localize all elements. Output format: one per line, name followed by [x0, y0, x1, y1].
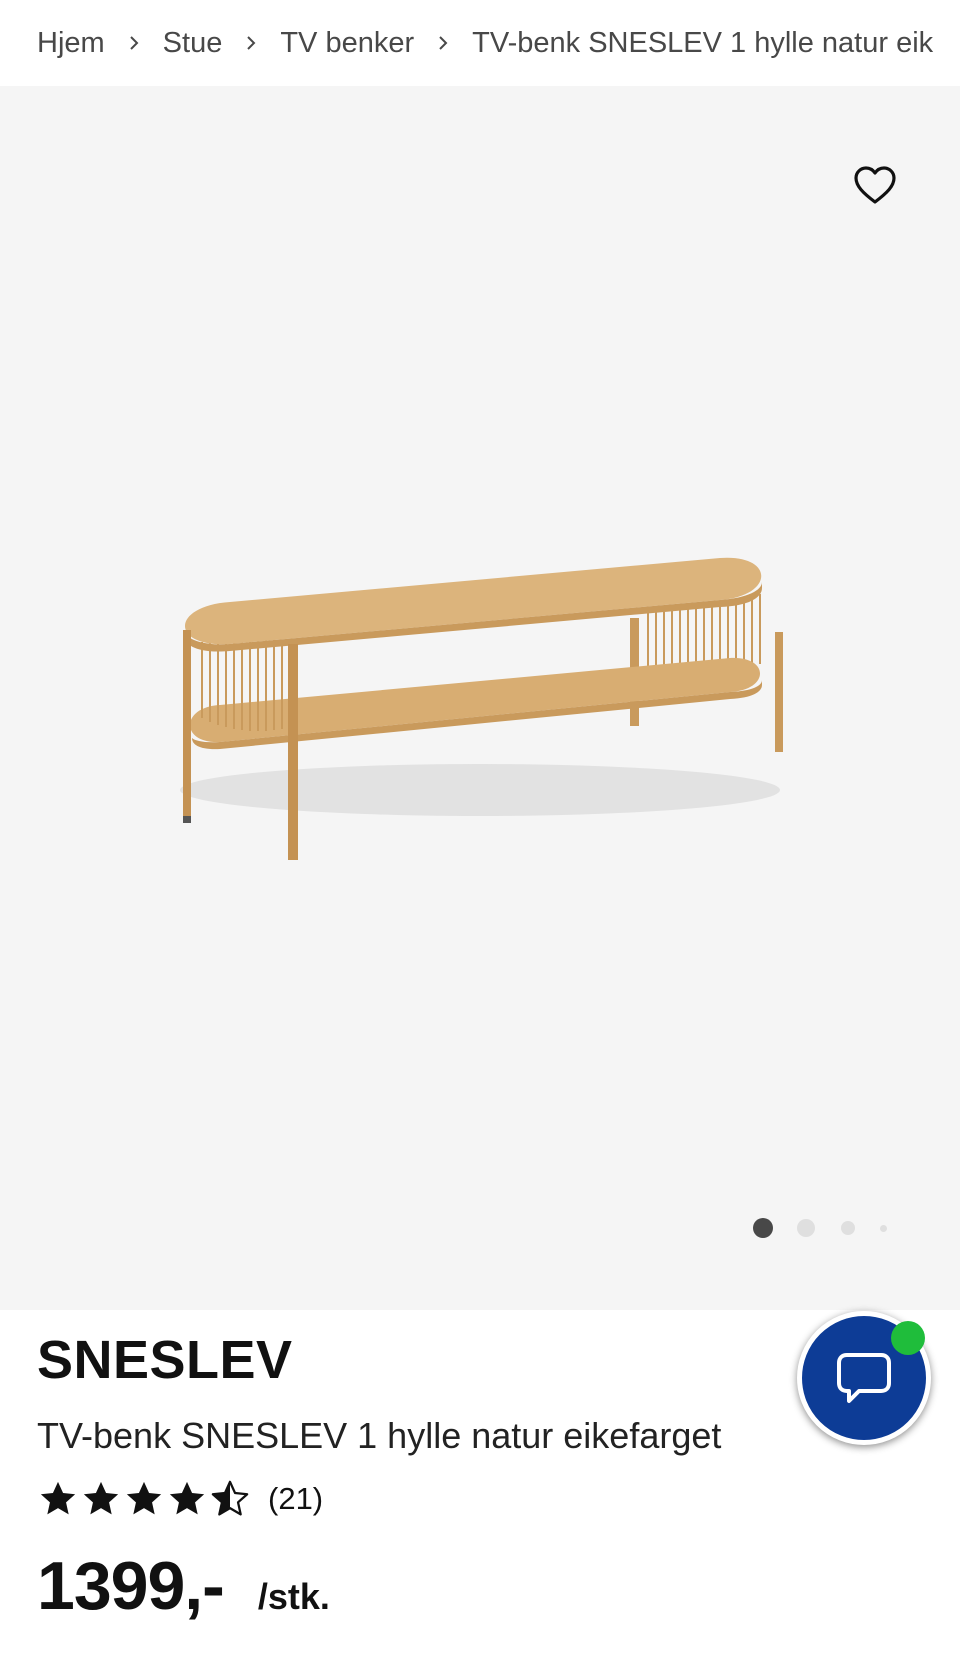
product-price: 1399,-: [37, 1548, 225, 1624]
chat-bubble-icon: [837, 1353, 891, 1403]
heart-icon: [854, 166, 896, 204]
star-filled-icon: [83, 1481, 119, 1515]
favorite-button[interactable]: [852, 162, 898, 208]
star-filled-icon: [126, 1481, 162, 1515]
product-title: TV-benk SNESLEV 1 hylle natur eikefarget: [37, 1415, 722, 1456]
chevron-right-icon: [414, 35, 472, 51]
breadcrumb-current[interactable]: TV-benk SNESLEV 1 hylle natur eik: [472, 27, 933, 60]
chat-online-indicator: [891, 1321, 925, 1355]
breadcrumb: Hjem Stue TV benker TV-benk SNESLEV 1 hy…: [0, 0, 960, 86]
star-half-icon: [211, 1480, 249, 1516]
pagination-dot-4[interactable]: [880, 1225, 887, 1232]
product-image-gallery[interactable]: [0, 86, 960, 1310]
chevron-right-icon: [105, 35, 163, 51]
product-rating[interactable]: (21): [37, 1478, 323, 1520]
star-filled-icon: [40, 1481, 76, 1515]
price-unit: /stk.: [257, 1576, 330, 1617]
breadcrumb-stue[interactable]: Stue: [163, 27, 223, 60]
pagination-dot-3[interactable]: [841, 1221, 855, 1235]
breadcrumb-tv-benker[interactable]: TV benker: [280, 27, 414, 60]
breadcrumb-home[interactable]: Hjem: [37, 27, 105, 60]
rating-stars: [37, 1478, 252, 1520]
pagination-dot-1[interactable]: [753, 1218, 773, 1238]
product-image: [180, 557, 783, 860]
chevron-right-icon: [222, 35, 280, 51]
review-count: (21): [268, 1481, 324, 1516]
image-pagination: [0, 1218, 960, 1238]
pagination-dot-2[interactable]: [797, 1219, 815, 1237]
star-filled-icon: [169, 1481, 205, 1515]
product-brand: SNESLEV: [37, 1330, 293, 1390]
price-row: 1399,- /stk.: [37, 1552, 330, 1620]
